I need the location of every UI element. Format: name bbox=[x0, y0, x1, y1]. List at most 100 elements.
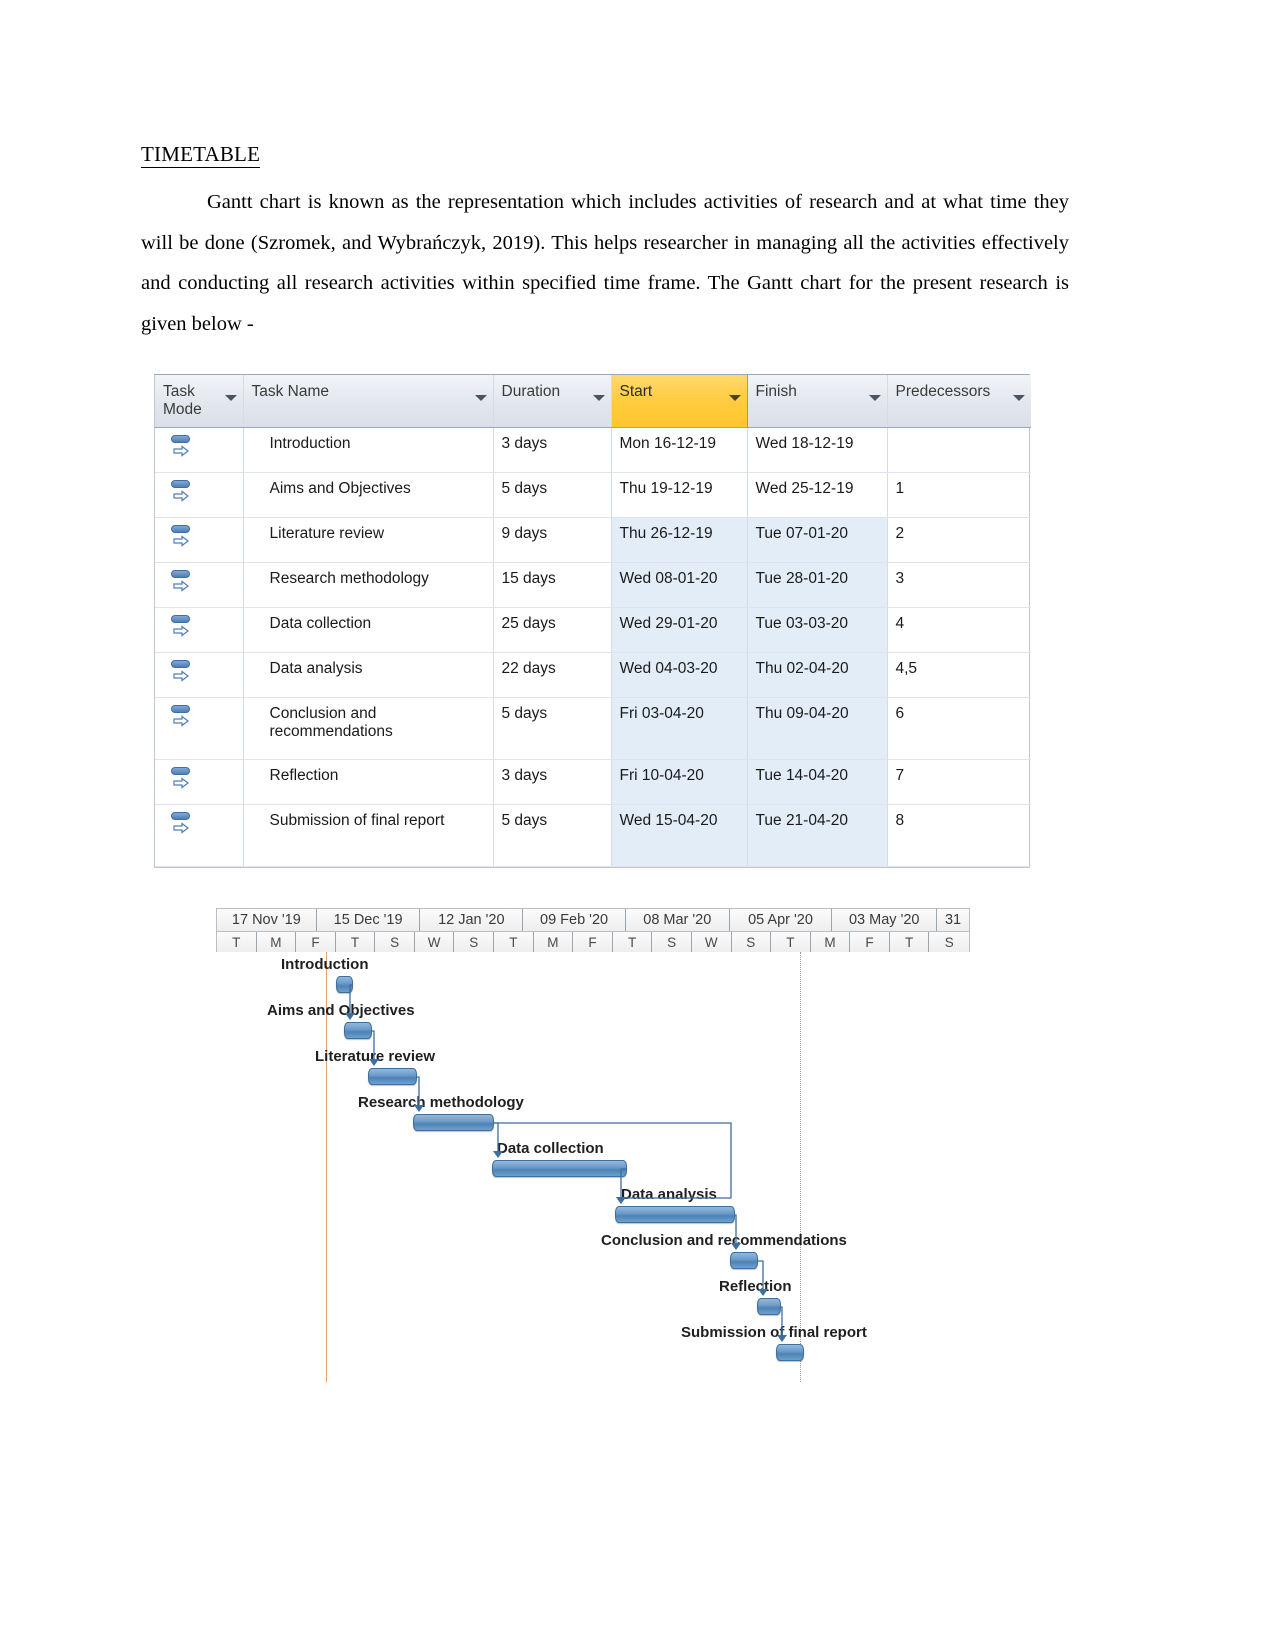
intro-paragraph: Gantt chart is known as the representati… bbox=[141, 182, 1069, 344]
manually-scheduled-icon bbox=[171, 569, 197, 595]
timescale-day-cell: T bbox=[217, 932, 257, 952]
task-start-cell[interactable]: Wed 04-03-20 bbox=[611, 652, 748, 698]
timescale-day-cell: F bbox=[573, 932, 613, 952]
column-header-duration-label: Duration bbox=[501, 383, 561, 400]
table-row[interactable]: Reflection 3 days Fri 10-04-20 Tue 14-04-20… bbox=[155, 759, 1031, 805]
task-mode-cell[interactable] bbox=[155, 804, 244, 867]
task-mode-cell[interactable] bbox=[155, 697, 244, 760]
filter-dropdown-icon[interactable] bbox=[728, 395, 741, 401]
task-duration-cell[interactable]: 3 days bbox=[493, 427, 612, 473]
timescale-day-cell: T bbox=[494, 932, 534, 952]
table-row[interactable]: Introduction 3 days Mon 16-12-19 Wed 18-12-… bbox=[155, 427, 1031, 473]
table-row[interactable]: Conclusion and recommendations 5 days Fri … bbox=[155, 697, 1031, 760]
task-start-cell[interactable]: Mon 16-12-19 bbox=[611, 427, 748, 473]
timescale-month-cell: 03 May '20 bbox=[832, 909, 938, 931]
task-duration-cell[interactable]: 15 days bbox=[493, 562, 612, 608]
task-duration-cell[interactable]: 9 days bbox=[493, 517, 612, 563]
task-predecessors-cell[interactable]: 3 bbox=[887, 562, 1031, 608]
task-predecessors-cell[interactable]: 8 bbox=[887, 804, 1031, 867]
table-row[interactable]: Literature review 9 days Thu 26-12-19 Tue 0… bbox=[155, 517, 1031, 563]
column-header-start[interactable]: Start bbox=[610, 375, 748, 428]
timescale-bottom-tier: TMFTSWSTMFTSWSTMFTS bbox=[217, 931, 969, 952]
timescale-month-cell: 17 Nov '19 bbox=[217, 909, 317, 931]
task-start-cell[interactable]: Fri 03-04-20 bbox=[611, 697, 748, 760]
page-title: TIMETABLE bbox=[141, 142, 261, 168]
task-duration-cell[interactable]: 5 days bbox=[493, 697, 612, 760]
task-finish-cell[interactable]: Tue 21-04-20 bbox=[747, 804, 888, 867]
task-name-cell[interactable]: Introduction bbox=[243, 427, 494, 473]
task-mode-cell[interactable] bbox=[155, 517, 244, 563]
task-table-body: Introduction 3 days Mon 16-12-19 Wed 18-12-… bbox=[155, 427, 1031, 867]
manually-scheduled-icon bbox=[171, 434, 197, 460]
task-mode-cell[interactable] bbox=[155, 472, 244, 518]
task-mode-cell[interactable] bbox=[155, 759, 244, 805]
task-finish-cell[interactable]: Tue 03-03-20 bbox=[747, 607, 888, 653]
task-predecessors-cell[interactable]: 2 bbox=[887, 517, 1031, 563]
task-start-cell[interactable]: Wed 29-01-20 bbox=[611, 607, 748, 653]
task-predecessors-cell[interactable]: 1 bbox=[887, 472, 1031, 518]
timescale-day-cell: T bbox=[612, 932, 653, 952]
filter-dropdown-icon[interactable] bbox=[592, 395, 605, 401]
task-finish-cell[interactable]: Wed 25-12-19 bbox=[747, 472, 888, 518]
task-mode-cell[interactable] bbox=[155, 562, 244, 608]
task-duration-cell[interactable]: 5 days bbox=[493, 472, 612, 518]
table-row[interactable]: Aims and Objectives 5 days Thu 19-12-19 Wed… bbox=[155, 472, 1031, 518]
task-finish-cell[interactable]: Thu 02-04-20 bbox=[747, 652, 888, 698]
task-start-cell[interactable]: Wed 08-01-20 bbox=[611, 562, 748, 608]
task-finish-cell[interactable]: Tue 28-01-20 bbox=[747, 562, 888, 608]
task-finish-cell[interactable]: Tue 14-04-20 bbox=[747, 759, 888, 805]
task-finish-cell[interactable]: Thu 09-04-20 bbox=[747, 697, 888, 760]
task-predecessors-cell[interactable] bbox=[887, 427, 1031, 473]
column-header-finish-label: Finish bbox=[755, 383, 797, 400]
task-mode-cell[interactable] bbox=[155, 607, 244, 653]
task-name-cell[interactable]: Conclusion and recommendations bbox=[243, 697, 494, 760]
gantt-dependency-link bbox=[482, 1111, 745, 1218]
table-row[interactable]: Data analysis 22 days Wed 04-03-20 Thu 02-0… bbox=[155, 652, 1031, 698]
task-start-cell[interactable]: Fri 10-04-20 bbox=[611, 759, 748, 805]
timescale-top-tier: 17 Nov '19 15 Dec '19 12 Jan '20 09 Feb '20… bbox=[217, 909, 970, 931]
table-header-row: Task Mode Task Name Duration Start Finis… bbox=[155, 375, 1031, 428]
task-name-cell[interactable]: Data analysis bbox=[243, 652, 494, 698]
task-predecessors-cell[interactable]: 4,5 bbox=[887, 652, 1031, 698]
column-header-duration[interactable]: Duration bbox=[493, 375, 612, 428]
manually-scheduled-icon bbox=[171, 479, 197, 505]
column-header-task-mode-label: Task Mode bbox=[163, 383, 202, 418]
table-row[interactable]: Data collection 25 days Wed 29-01-20 Tue 03… bbox=[155, 607, 1031, 653]
timescale-day-cell: S bbox=[375, 932, 415, 952]
column-header-finish[interactable]: Finish bbox=[747, 375, 888, 428]
task-start-cell[interactable]: Thu 26-12-19 bbox=[611, 517, 748, 563]
column-header-task-name[interactable]: Task Name bbox=[243, 375, 494, 428]
task-name-cell[interactable]: Reflection bbox=[243, 759, 494, 805]
task-finish-cell[interactable]: Tue 07-01-20 bbox=[747, 517, 888, 563]
task-name-cell[interactable]: Aims and Objectives bbox=[243, 472, 494, 518]
task-predecessors-cell[interactable]: 6 bbox=[887, 697, 1031, 760]
task-finish-cell[interactable]: Wed 18-12-19 bbox=[747, 427, 888, 473]
task-duration-cell[interactable]: 5 days bbox=[493, 804, 612, 867]
task-start-cell[interactable]: Thu 19-12-19 bbox=[611, 472, 748, 518]
task-predecessors-cell[interactable]: 7 bbox=[887, 759, 1031, 805]
task-duration-cell[interactable]: 25 days bbox=[493, 607, 612, 653]
task-name-cell[interactable]: Literature review bbox=[243, 517, 494, 563]
timescale-month-cell: 09 Feb '20 bbox=[523, 909, 626, 931]
table-row[interactable]: Submission of final report 5 days Wed 15-0… bbox=[155, 804, 1031, 867]
filter-dropdown-icon[interactable] bbox=[474, 395, 487, 401]
timescale-day-cell: S bbox=[652, 932, 692, 952]
filter-dropdown-icon[interactable] bbox=[224, 395, 237, 401]
column-header-predecessors[interactable]: Predecessors bbox=[887, 375, 1031, 428]
table-row[interactable]: Research methodology 15 days Wed 08-01-20 T… bbox=[155, 562, 1031, 608]
task-mode-cell[interactable] bbox=[155, 652, 244, 698]
manually-scheduled-icon bbox=[171, 614, 197, 640]
task-start-cell[interactable]: Wed 15-04-20 bbox=[611, 804, 748, 867]
task-mode-cell[interactable] bbox=[155, 427, 244, 473]
timescale-month-cell: 31 bbox=[937, 909, 970, 931]
task-predecessors-cell[interactable]: 4 bbox=[887, 607, 1031, 653]
column-header-task-mode[interactable]: Task Mode bbox=[155, 375, 244, 428]
task-duration-cell[interactable]: 3 days bbox=[493, 759, 612, 805]
filter-dropdown-icon[interactable] bbox=[868, 395, 881, 401]
task-name-cell[interactable]: Data collection bbox=[243, 607, 494, 653]
filter-dropdown-icon[interactable] bbox=[1013, 395, 1025, 401]
timescale-month-cell: 08 Mar '20 bbox=[625, 909, 730, 931]
task-name-cell[interactable]: Research methodology bbox=[243, 562, 494, 608]
task-name-cell[interactable]: Submission of final report bbox=[243, 804, 494, 867]
task-duration-cell[interactable]: 22 days bbox=[493, 652, 612, 698]
